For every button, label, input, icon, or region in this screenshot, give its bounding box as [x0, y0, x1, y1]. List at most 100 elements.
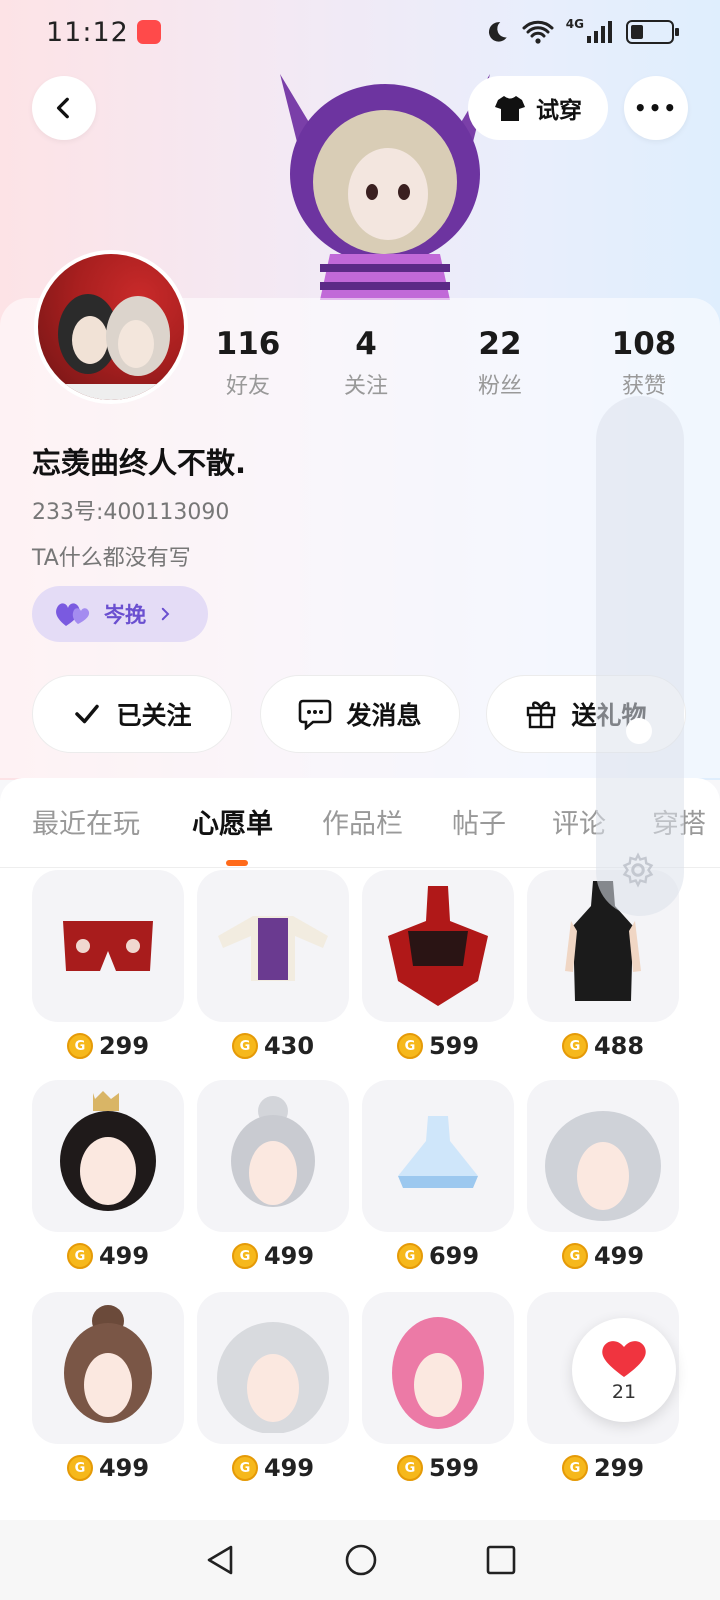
status-bar: 11:12 4G [0, 0, 720, 64]
wishlist-item[interactable]: G 599 [362, 1292, 514, 1492]
wishlist-item[interactable]: G 499 [197, 1292, 349, 1492]
try-on-button[interactable]: 试穿 [468, 76, 608, 140]
tab-recent[interactable]: 最近在玩 [32, 802, 140, 841]
item-thumbnail [32, 1292, 184, 1444]
stat-fans[interactable]: 22 粉丝 [440, 326, 560, 400]
like-count: 21 [611, 1381, 637, 1403]
item-thumbnail [32, 1080, 184, 1232]
moon-icon [488, 22, 507, 42]
recents-square-icon[interactable] [485, 1544, 517, 1576]
price-value: 299 [98, 1032, 150, 1060]
battery-icon [626, 20, 679, 44]
double-heart-icon [56, 603, 90, 626]
price-value: 599 [428, 1032, 480, 1060]
wishlist-item[interactable]: G 430 [197, 870, 349, 1070]
network-type: 4G [565, 17, 584, 31]
check-icon [75, 704, 100, 724]
floating-side-panel[interactable] [596, 396, 684, 916]
item-price: G 499 [197, 1454, 349, 1482]
user-bio: TA什么都没有写 [32, 546, 191, 571]
wishlist-item[interactable]: G 599 [362, 870, 514, 1070]
avatar[interactable] [34, 250, 188, 404]
following-button[interactable]: 已关注 [32, 675, 232, 753]
price-value: 299 [593, 1454, 645, 1482]
item-thumbnail [197, 1080, 349, 1232]
wishlist-item[interactable]: G 499 [527, 1080, 679, 1280]
coin-icon: G [66, 1243, 93, 1269]
price-value: 499 [263, 1242, 315, 1270]
coin-icon: G [231, 1243, 258, 1269]
username: 忘羡曲终人不散. [32, 446, 247, 480]
coin-icon: G [396, 1455, 423, 1481]
coin-icon: G [66, 1033, 93, 1059]
item-thumbnail [197, 870, 349, 1022]
cp-relation-chip[interactable]: 岑挽 [32, 586, 208, 642]
stat-label: 好友 [225, 374, 270, 399]
stat-friends[interactable]: 116 好友 [188, 326, 308, 400]
floating-panel-handle[interactable] [626, 718, 652, 744]
stat-label: 关注 [343, 374, 388, 399]
more-dots-icon: ••• [633, 96, 679, 120]
coin-icon: G [561, 1455, 588, 1481]
item-price: G 599 [362, 1454, 514, 1482]
item-thumbnail [362, 1292, 514, 1444]
item-price: G 599 [362, 1032, 514, 1060]
coin-icon: G [561, 1243, 588, 1269]
stat-following[interactable]: 4 关注 [306, 326, 426, 400]
chevron-left-icon [56, 97, 69, 119]
stat-value: 108 [611, 326, 677, 362]
home-circle-icon[interactable] [344, 1543, 378, 1577]
price-value: 499 [593, 1242, 645, 1270]
status-icons: 4G [484, 17, 679, 45]
tab-works[interactable]: 作品栏 [322, 802, 403, 841]
cover-character-image [270, 64, 500, 300]
price-value: 599 [428, 1454, 480, 1482]
coin-icon: G [231, 1455, 258, 1481]
wishlist-item[interactable]: G 299 [32, 870, 184, 1070]
stat-likes[interactable]: 108 获赞 [584, 326, 704, 400]
message-button[interactable]: 发消息 [260, 675, 460, 753]
system-navigation-bar [0, 1520, 720, 1600]
settings-icon[interactable] [620, 852, 656, 888]
price-value: 699 [428, 1242, 480, 1270]
status-time: 11:12 [46, 16, 129, 48]
stat-label: 粉丝 [477, 374, 522, 399]
chevron-right-icon [161, 607, 170, 621]
stat-value: 116 [215, 326, 281, 362]
tab-posts[interactable]: 帖子 [452, 802, 506, 841]
back-button[interactable] [32, 76, 96, 140]
gift-icon [527, 701, 556, 729]
price-value: 499 [263, 1454, 315, 1482]
wishlist-item[interactable]: G 499 [32, 1080, 184, 1280]
item-price: G 499 [527, 1242, 679, 1270]
wifi-icon [522, 20, 554, 44]
item-price: G 499 [197, 1242, 349, 1270]
tshirt-icon [495, 96, 525, 121]
item-price: G 299 [527, 1454, 679, 1482]
item-thumbnail [362, 1080, 514, 1232]
wishlist-item[interactable]: G 499 [32, 1292, 184, 1492]
signal-icon [587, 21, 612, 43]
user-id: 233号:400113090 [32, 500, 230, 525]
try-on-label: 试穿 [536, 98, 582, 124]
price-value: 488 [593, 1032, 645, 1060]
more-button[interactable]: ••• [624, 76, 688, 140]
app-notification-icon [136, 20, 161, 44]
item-price: G 430 [197, 1032, 349, 1060]
item-price: G 299 [32, 1032, 184, 1060]
tab-wishlist[interactable]: 心愿单 [192, 802, 273, 841]
wishlist-item[interactable]: G 499 [197, 1080, 349, 1280]
wishlist-item[interactable]: G 699 [362, 1080, 514, 1280]
coin-icon: G [66, 1455, 93, 1481]
coin-icon: G [231, 1033, 258, 1059]
item-price: G 499 [32, 1454, 184, 1482]
item-price: G 499 [32, 1242, 184, 1270]
price-value: 430 [263, 1032, 315, 1060]
item-thumbnail [362, 870, 514, 1022]
like-button[interactable]: 21 [572, 1318, 676, 1422]
coin-icon: G [561, 1033, 588, 1059]
back-triangle-icon[interactable] [203, 1543, 237, 1577]
item-price: G 488 [527, 1032, 679, 1060]
active-tab-indicator [226, 860, 248, 866]
item-price: G 699 [362, 1242, 514, 1270]
